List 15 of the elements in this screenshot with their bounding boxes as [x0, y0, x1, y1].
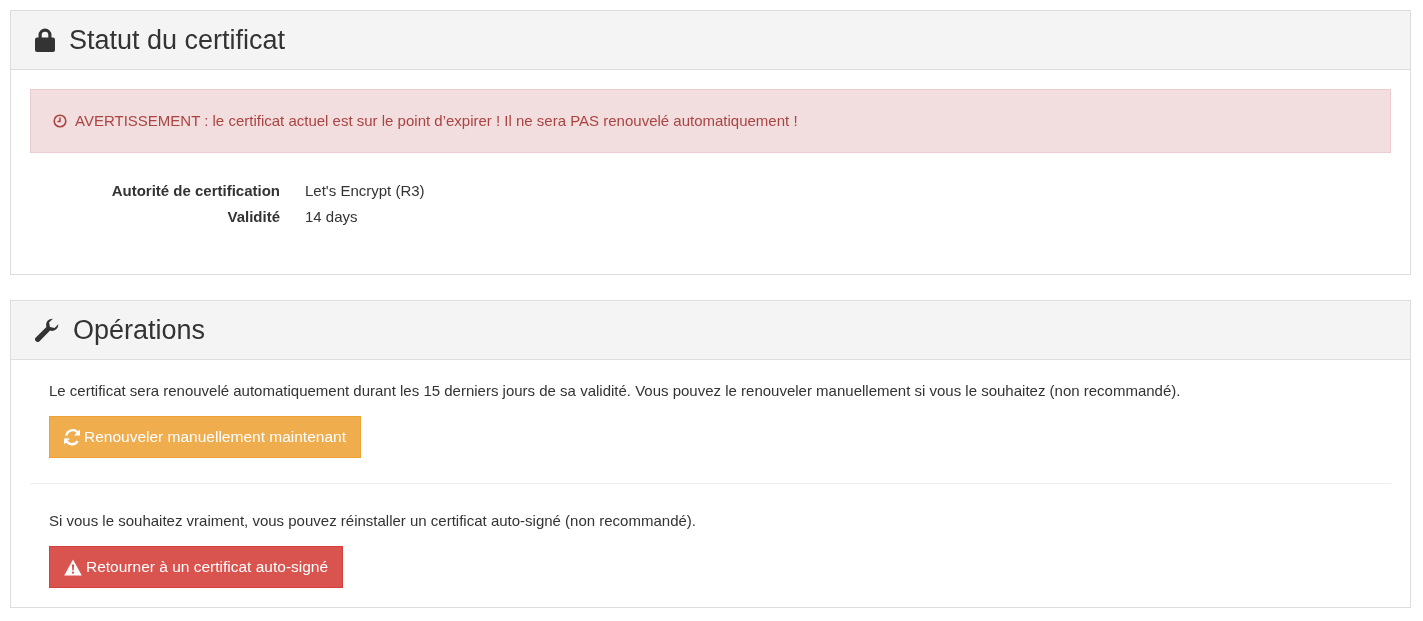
alert-text: AVERTISSEMENT : le certificat actuel est sur le point d’expirer ! Il ne sera PAS renouvelé automatiquement !: [75, 111, 798, 131]
panel-title: Opérations: [73, 313, 206, 347]
panel-title: Statut du certificat: [69, 23, 286, 57]
detail-label: Validité: [226, 207, 280, 227]
detail-value: 14 days: [305, 207, 359, 227]
detail-label: Autorité de certification: [110, 181, 280, 201]
detail-value: Let's Encrypt (R3): [305, 181, 426, 201]
description-text: Si vous le souhaitez vraiment, vous pouvez réinstaller un certificat auto-signé (non recommandé).: [49, 511, 697, 531]
warning-icon: [64, 558, 82, 576]
clock-icon: [53, 114, 67, 128]
revert-button[interactable]: Retourner à un certificat auto-signé: [49, 546, 344, 588]
description-text: Le certificat sera renouvelé automatiquement durant les 15 derniers jours de sa validité. Vous pouvez le renouveler manuellement si vous le souhaitez (non recommandé).: [49, 381, 1182, 401]
wrench-icon: [35, 318, 59, 342]
refresh-icon: [64, 428, 80, 446]
lock-icon: [35, 28, 55, 52]
